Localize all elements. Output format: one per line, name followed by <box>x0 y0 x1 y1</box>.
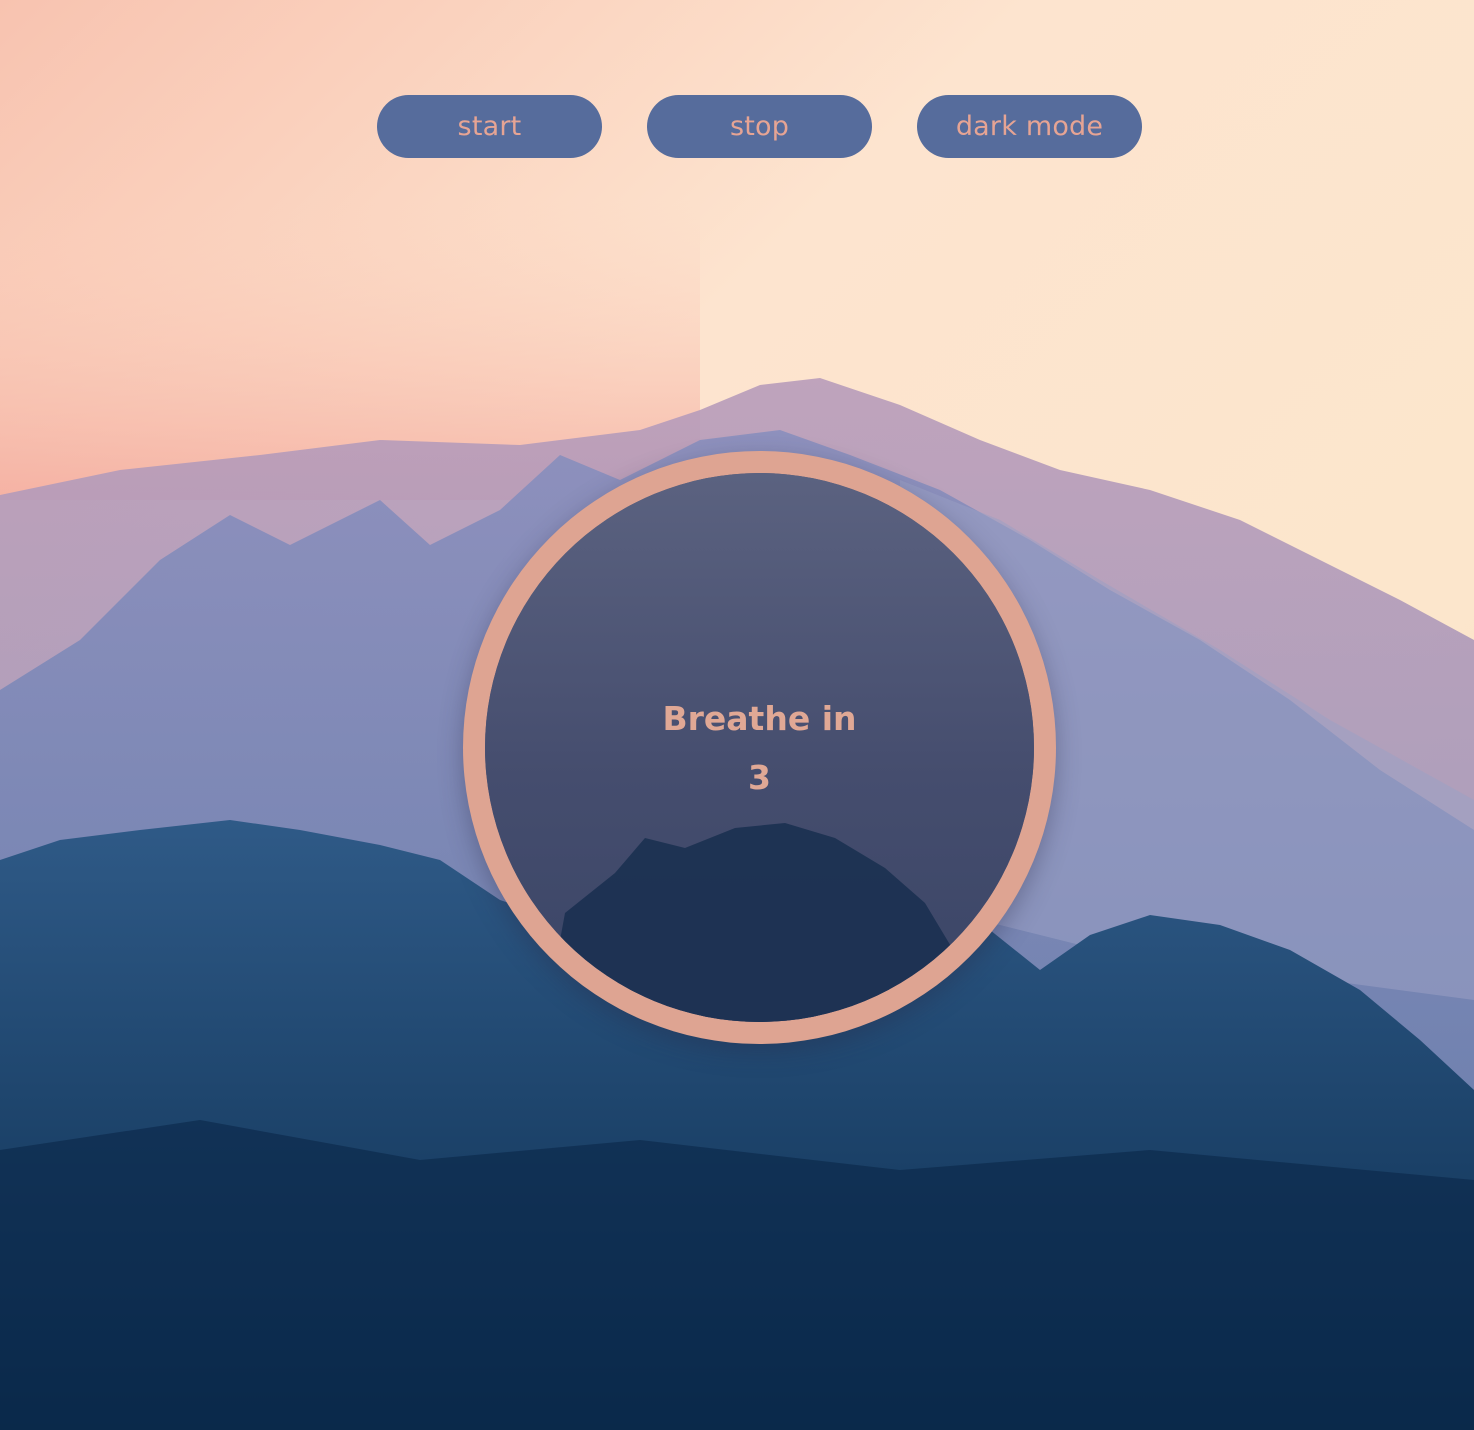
breathing-circle-inner: Breathe in 3 <box>485 473 1034 1022</box>
breathing-text-group: Breathe in 3 <box>485 473 1034 1022</box>
breath-phase-label: Breathe in <box>662 698 857 738</box>
breath-countdown: 3 <box>748 757 771 797</box>
breathing-circle: Breathe in 3 <box>463 451 1056 1044</box>
controls-bar: start stop dark mode <box>377 95 1142 158</box>
start-button[interactable]: start <box>377 95 602 158</box>
dark-mode-button[interactable]: dark mode <box>917 95 1142 158</box>
stop-button[interactable]: stop <box>647 95 872 158</box>
